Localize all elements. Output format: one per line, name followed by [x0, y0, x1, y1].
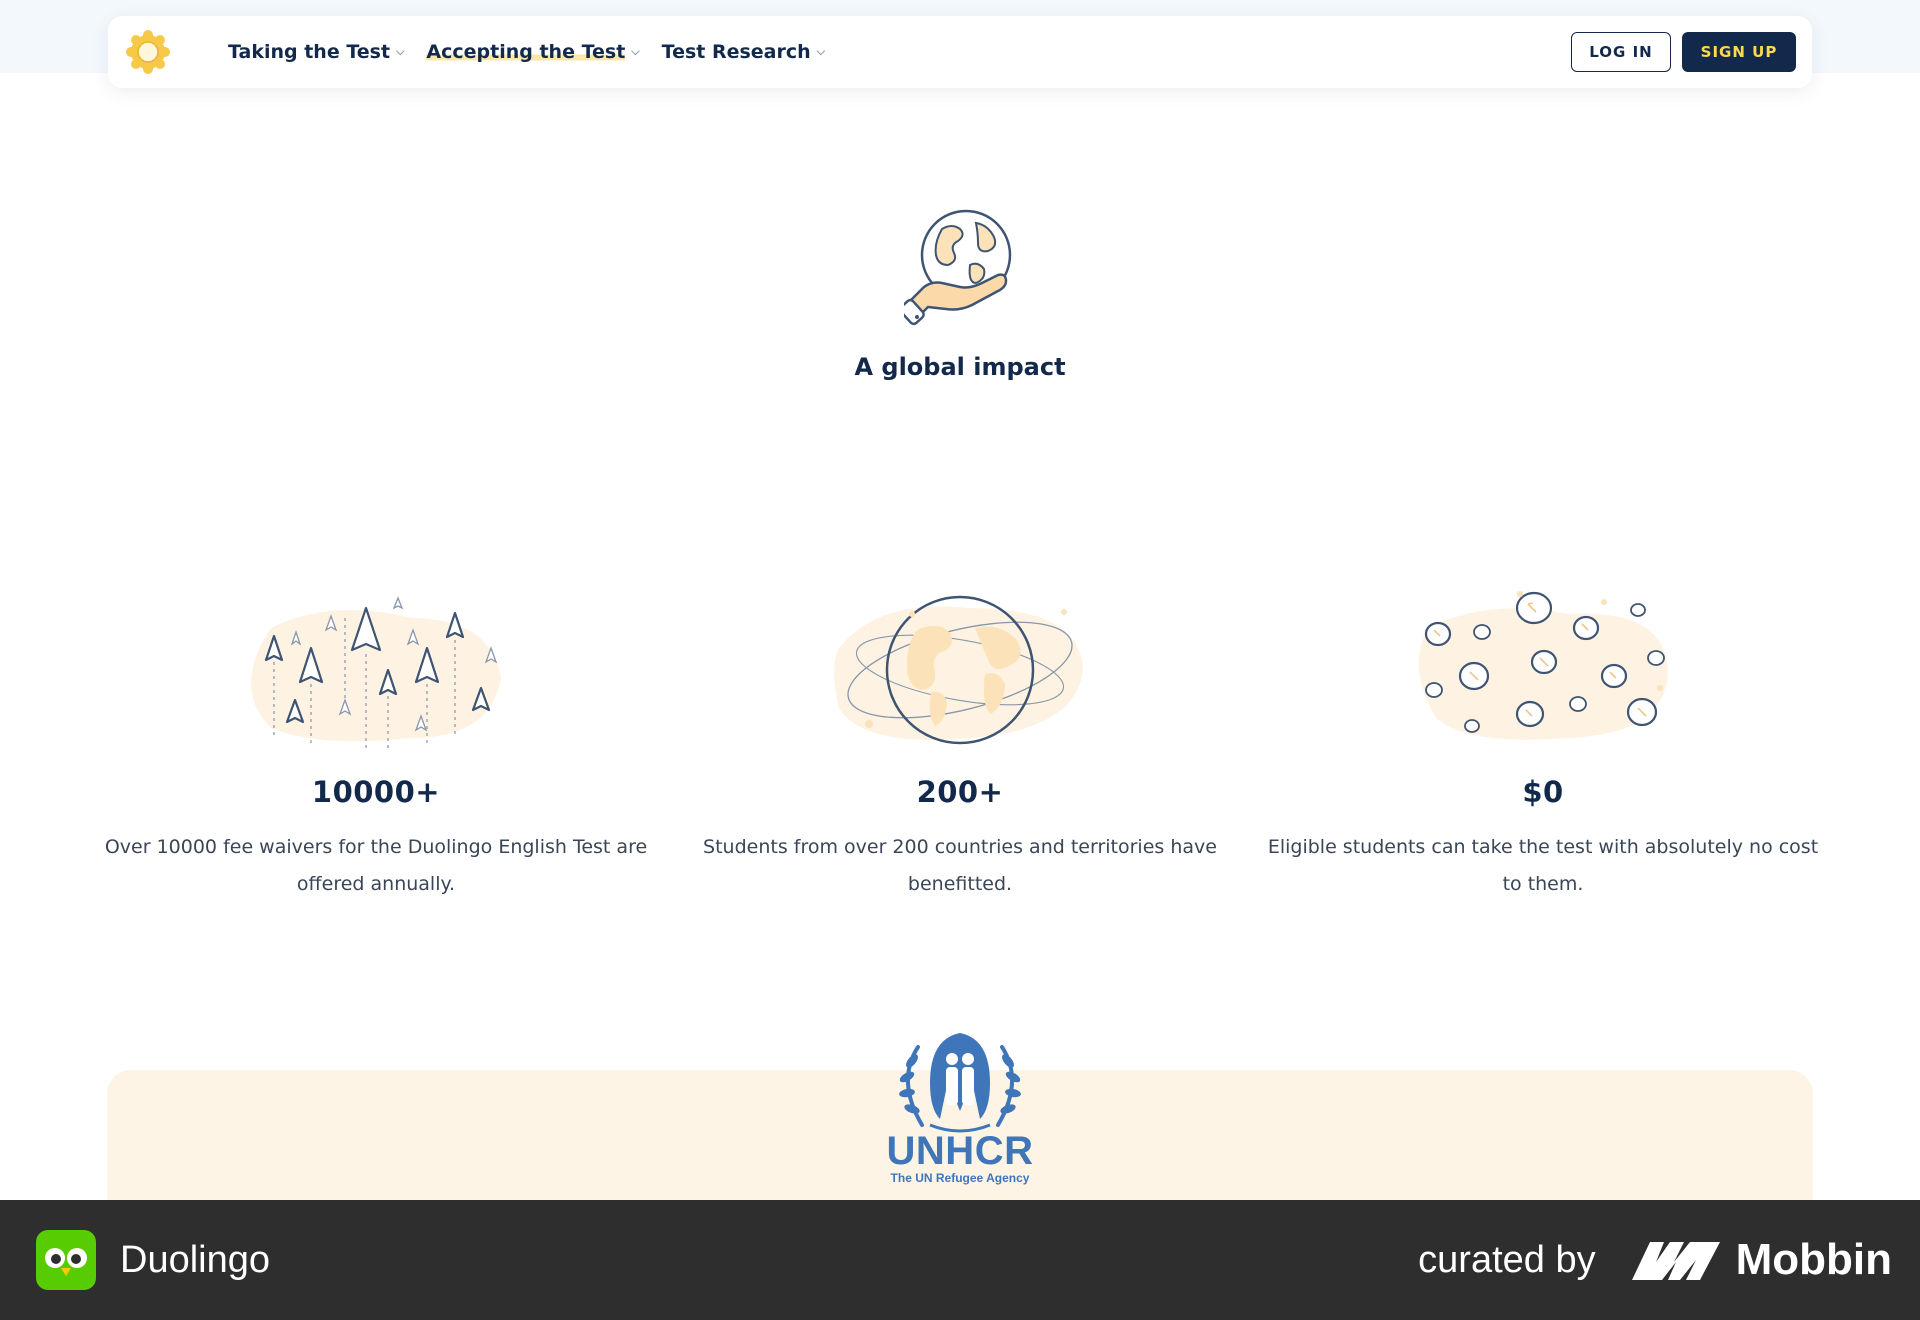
- curated-by-label: curated by: [1418, 1238, 1596, 1281]
- login-button[interactable]: LOG IN: [1571, 32, 1671, 72]
- stat-description: Eligible students can take the test with…: [1267, 836, 1819, 895]
- top-navbar: Taking the Test ⌵ Accepting the Test ⌵ T…: [108, 16, 1812, 88]
- nav-link-label: Test Research: [661, 41, 811, 63]
- signup-button[interactable]: SIGN UP: [1682, 32, 1796, 72]
- nav-links: Taking the Test ⌵ Accepting the Test ⌵ T…: [228, 41, 847, 63]
- nav-accepting-the-test[interactable]: Accepting the Test ⌵: [426, 41, 640, 63]
- mobbin-logo-icon: [1631, 1242, 1720, 1280]
- paper-planes-illustration: [251, 596, 501, 748]
- world-globe-illustration: [834, 595, 1083, 745]
- stat-description: Over 10000 fee waivers for the Duolingo …: [104, 836, 648, 895]
- unhcr-emblem-icon: [899, 1033, 1021, 1133]
- stat-card-cost: $0 Eligible students can take the test w…: [1263, 588, 1823, 903]
- nav-test-research[interactable]: Test Research ⌵: [662, 41, 825, 63]
- chevron-down-icon: ⌵: [396, 45, 405, 58]
- app-name: Duolingo: [120, 1238, 270, 1281]
- unhcr-wordmark: UNHCR: [886, 1129, 1034, 1173]
- unhcr-logo[interactable]: UNHCR The UN Refugee Agency: [880, 1025, 1040, 1195]
- stat-description: Students from over 200 countries and ter…: [703, 836, 1217, 895]
- global-impact-hero: A global impact: [0, 205, 1920, 381]
- stat-number: 10000+: [311, 775, 441, 809]
- footer-bar: Duolingo curated by Mobbin: [0, 1200, 1920, 1320]
- stat-card-countries: 200+ Students from over 200 countries an…: [680, 588, 1240, 903]
- mobbin-wordmark: Mobbin: [1735, 1235, 1892, 1284]
- globe-in-hand-icon: [899, 205, 1016, 329]
- chevron-down-icon: ⌵: [631, 45, 640, 58]
- nav-link-label: Taking the Test: [228, 41, 391, 63]
- stat-card-fee-waivers: 10000+ Over 10000 fee waivers for the Du…: [96, 588, 656, 903]
- sun-badge-icon[interactable]: [124, 28, 172, 76]
- duolingo-owl-icon: [36, 1230, 96, 1290]
- section-title: A global impact: [854, 353, 1066, 381]
- nav-link-label: Accepting the Test: [426, 41, 626, 63]
- chevron-down-icon: ⌵: [816, 45, 826, 58]
- coins-illustration: [1418, 591, 1668, 740]
- nav-taking-the-test[interactable]: Taking the Test ⌵: [228, 41, 404, 63]
- unhcr-tagline: The UN Refugee Agency: [890, 1171, 1030, 1185]
- stat-number: 200+: [916, 775, 1004, 809]
- auth-actions: LOG IN SIGN UP: [1571, 32, 1796, 72]
- stat-number: $0: [1522, 775, 1564, 809]
